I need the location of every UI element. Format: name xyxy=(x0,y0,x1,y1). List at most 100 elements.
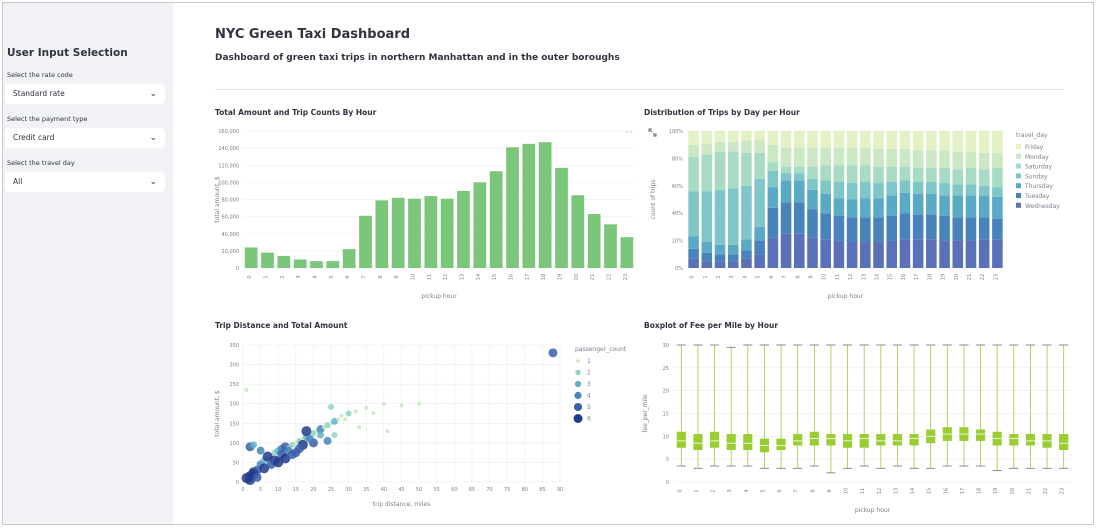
bar xyxy=(342,249,356,268)
y-tick-label: 50 xyxy=(233,460,239,466)
stacked-bar-segment xyxy=(886,148,898,167)
stacked-bar-segment xyxy=(860,147,871,166)
x-tick-label: 17 xyxy=(525,274,531,280)
stacked-bar-segment xyxy=(767,162,779,171)
stacked-bar-segment xyxy=(714,151,726,190)
expand-icon[interactable] xyxy=(648,128,657,137)
stacked-bar-segment xyxy=(965,240,977,268)
x-tick-label: 2 xyxy=(716,275,722,278)
stacked-bar-segment xyxy=(793,180,805,203)
stacked-bar-segment xyxy=(992,239,1003,268)
stacked-bar-segment xyxy=(701,131,713,144)
x-tick-label: 7 xyxy=(362,275,368,278)
stacked-bar-segment xyxy=(978,239,990,268)
bar xyxy=(359,215,372,268)
stacked-bar-segment xyxy=(793,173,805,181)
box xyxy=(975,429,986,441)
stacked-bar-segment xyxy=(714,131,726,142)
bar xyxy=(244,247,258,268)
legend-label: Thursday xyxy=(1024,183,1053,190)
stacked-bar-segment xyxy=(965,131,977,152)
stacked-bar-segment xyxy=(780,173,792,181)
stacked-bar-segment xyxy=(939,150,950,168)
stacked-bar-segment xyxy=(899,166,911,181)
stacked-bar-segment xyxy=(701,143,713,155)
scatter-point xyxy=(328,403,335,410)
legend-swatch xyxy=(1016,153,1021,159)
x-tick-label: 15 xyxy=(927,488,933,494)
x-tick-label: 45 xyxy=(398,487,404,493)
stacked-bar-segment xyxy=(833,181,845,199)
scatter-point xyxy=(250,441,258,449)
x-axis-label: trip distance, miles xyxy=(373,501,430,508)
bar xyxy=(555,167,568,268)
legend-swatch xyxy=(1016,183,1021,189)
stacked-bar-segment xyxy=(754,254,765,268)
stacked-bar-segment xyxy=(939,195,950,216)
x-tick-label: 21 xyxy=(967,274,973,280)
stacked-bar-segment xyxy=(741,152,752,186)
legend-label: Saturday xyxy=(1025,164,1052,171)
y-tick-label: 30 xyxy=(663,343,669,349)
stacked-bar-segment xyxy=(833,165,845,182)
x-tick-label: 22 xyxy=(607,274,613,280)
scatter-point xyxy=(256,446,265,455)
stacked-bar-segment xyxy=(886,166,898,182)
legend-label: 4 xyxy=(587,393,591,400)
bar xyxy=(538,142,552,268)
y-tick-label: 80,000 xyxy=(222,198,240,204)
y-axis-label: fee_per_mile xyxy=(642,394,649,433)
y-tick-label: 100,000 xyxy=(218,180,239,186)
box xyxy=(676,431,686,448)
stacked-bar-chart-days: 0%20%40%60%80%100%0 1 2 3 4 5 6 7 8 9 10 11 12 13 14 15… xyxy=(650,129,1060,300)
x-tick-label: 5 xyxy=(760,489,766,492)
bar xyxy=(326,261,340,268)
stacked-bar-segment xyxy=(807,237,818,268)
x-tick-label: 22 xyxy=(1043,488,1049,494)
x-tick-label: 4 xyxy=(742,275,748,278)
bar xyxy=(375,200,389,268)
scatter-point xyxy=(399,403,404,408)
box xyxy=(892,434,903,446)
stacked-bar-segment xyxy=(846,147,858,166)
stacked-bar-segment xyxy=(965,151,977,168)
y-tick-label: 0 xyxy=(236,480,239,486)
x-tick-label: 14 xyxy=(910,488,916,494)
bar xyxy=(522,143,536,268)
stacked-bar-segment xyxy=(701,241,713,253)
x-tick-label: 40 xyxy=(381,487,387,493)
x-tick-label: 8 xyxy=(810,489,816,492)
stacked-bar-segment xyxy=(886,181,898,196)
y-tick-label: 25 xyxy=(663,366,669,372)
x-tick-label: 19 xyxy=(993,488,999,494)
stacked-bar-segment xyxy=(727,244,739,255)
stacked-bar-segment xyxy=(820,165,831,181)
x-tick-label: 13 xyxy=(460,274,466,280)
y-tick-label: 0 xyxy=(236,266,239,272)
chart-title-amount: Total Amount and Trip Counts By Hour xyxy=(215,108,377,117)
stacked-bar-segment xyxy=(860,165,871,182)
stacked-bar-segment xyxy=(741,239,752,251)
scatter-point xyxy=(252,472,262,482)
stacked-bar-segment xyxy=(807,189,818,210)
stacked-bar-segment xyxy=(793,131,805,148)
x-tick-label: 16 xyxy=(901,274,907,280)
stacked-bar-segment xyxy=(754,152,765,179)
scatter-point xyxy=(323,436,332,445)
stacked-bar-segment xyxy=(952,169,964,185)
x-tick-label: 20 xyxy=(1010,488,1016,494)
more-icon[interactable]: ··· xyxy=(625,128,633,137)
box xyxy=(776,438,786,451)
stacked-bar-segment xyxy=(846,165,858,184)
divider xyxy=(215,89,1063,90)
stacked-bar-segment xyxy=(992,131,1003,153)
payment-type-select[interactable]: Credit card ⌄ xyxy=(5,128,165,148)
main-content: NYC Green Taxi Dashboard Dashboard of gr… xyxy=(173,3,1093,524)
x-tick-label: 13 xyxy=(893,488,899,494)
stacked-bar-segment xyxy=(846,241,858,268)
stacked-bar-segment xyxy=(965,167,977,185)
y-tick-label: 200 xyxy=(229,402,239,408)
box xyxy=(876,434,886,446)
rate-code-select[interactable]: Standard rate ⌄ xyxy=(5,84,165,104)
travel-day-select[interactable]: All ⌄ xyxy=(5,172,165,192)
